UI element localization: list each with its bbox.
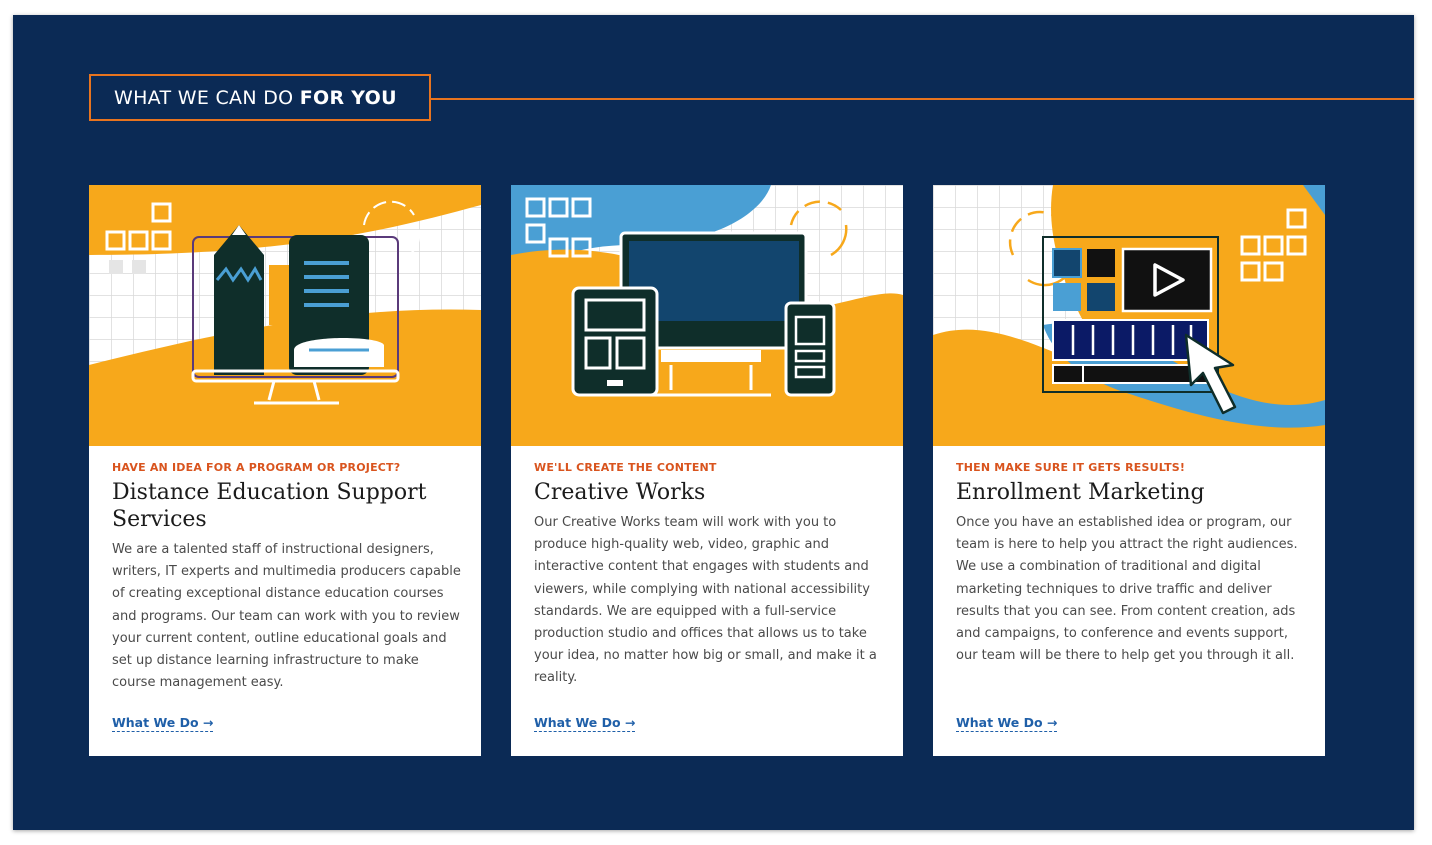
section-heading-regular: WHAT WE CAN DO xyxy=(114,86,300,109)
video-player-cursor-illustration xyxy=(933,185,1325,446)
devices-illustration xyxy=(511,185,903,446)
what-we-do-link[interactable]: What We Do → xyxy=(112,715,214,732)
section-heading-box: WHAT WE CAN DO FOR YOU xyxy=(89,74,431,121)
computer-pencil-book-illustration xyxy=(89,185,481,446)
card-eyebrow: THEN MAKE SURE IT GETS RESULTS! xyxy=(956,461,1186,474)
card-title: Creative Works xyxy=(534,480,706,505)
card-distance-education: HAVE AN IDEA FOR A PROGRAM OR PROJECT? D… xyxy=(89,185,481,756)
card-title: Distance Education Support Services xyxy=(112,480,427,532)
card-title: Enrollment Marketing xyxy=(956,480,1205,505)
what-we-do-link[interactable]: What We Do → xyxy=(534,715,636,732)
card-eyebrow: HAVE AN IDEA FOR A PROGRAM OR PROJECT? xyxy=(112,461,401,474)
what-we-do-section: WHAT WE CAN DO FOR YOU HAVE AN IDEA FOR … xyxy=(13,15,1414,830)
section-heading: WHAT WE CAN DO FOR YOU xyxy=(114,87,397,109)
card-description: We are a talented staff of instructional… xyxy=(112,542,461,691)
card-description: Once you have an established idea or pro… xyxy=(956,515,1298,664)
what-we-do-link[interactable]: What We Do → xyxy=(956,715,1058,732)
card-eyebrow: WE'LL CREATE THE CONTENT xyxy=(534,461,717,474)
card-description: Our Creative Works team will work with y… xyxy=(534,515,877,686)
heading-divider-line xyxy=(431,98,1414,100)
card-enrollment-marketing: THEN MAKE SURE IT GETS RESULTS! Enrollme… xyxy=(933,185,1325,756)
card-creative-works: WE'LL CREATE THE CONTENT Creative Works … xyxy=(511,185,903,756)
section-heading-bold: FOR YOU xyxy=(299,86,397,109)
